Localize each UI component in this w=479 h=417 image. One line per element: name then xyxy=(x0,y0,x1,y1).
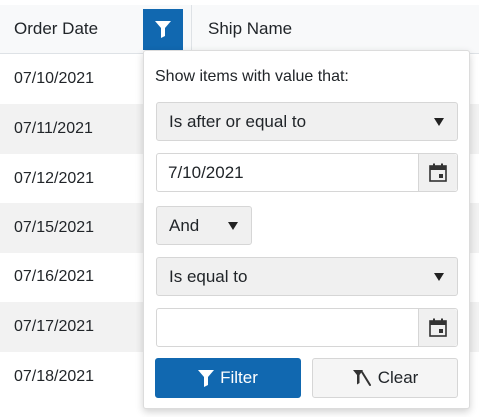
order-date-cell: 07/15/2021 xyxy=(14,219,95,236)
filter-menu-title: Show items with value that: xyxy=(155,68,349,85)
order-date-cell: 07/11/2021 xyxy=(14,120,93,137)
column-divider[interactable] xyxy=(191,5,192,53)
order-date-cell: 07/10/2021 xyxy=(14,70,95,87)
filter-button[interactable]: Filter xyxy=(155,358,301,398)
column-header-order-date[interactable]: Order Date xyxy=(0,5,142,53)
order-date-cell: 07/17/2021 xyxy=(14,318,95,335)
order-date-cell: 07/12/2021 xyxy=(14,170,95,187)
second-value-input[interactable] xyxy=(157,309,419,346)
clear-button-label: Clear xyxy=(377,368,419,387)
filter-menu-popup: Show items with value that: Is after or … xyxy=(143,50,470,409)
first-operator-dropdown[interactable]: Is after or equal to xyxy=(156,102,458,141)
calendar-button[interactable] xyxy=(418,154,457,191)
first-operator-value: Is after or equal to xyxy=(169,111,307,131)
filter-button-label: Filter xyxy=(220,368,258,387)
caret-down-icon xyxy=(434,272,444,281)
first-value-input[interactable] xyxy=(157,154,419,191)
order-date-cell: 07/16/2021 xyxy=(14,268,95,285)
filter-icon xyxy=(155,21,171,38)
caret-down-icon xyxy=(434,117,444,126)
filter-icon xyxy=(198,369,215,387)
logic-dropdown[interactable]: And xyxy=(156,206,252,245)
order-date-cell: 07/18/2021 xyxy=(14,368,95,385)
filter-clear-icon xyxy=(352,369,372,387)
calendar-icon xyxy=(429,163,447,182)
second-operator-dropdown[interactable]: Is equal to xyxy=(156,257,458,296)
calendar-icon xyxy=(429,318,447,337)
second-operator-value: Is equal to xyxy=(169,266,248,286)
caret-down-icon xyxy=(228,221,238,230)
column-filter-button[interactable] xyxy=(143,9,183,50)
grid-header: Order Date Ship Name xyxy=(0,5,479,54)
logic-value: And xyxy=(169,215,200,235)
second-value-datepicker[interactable] xyxy=(156,308,458,347)
column-header-ship-name[interactable]: Ship Name xyxy=(208,5,292,53)
first-value-datepicker[interactable] xyxy=(156,153,458,192)
clear-button[interactable]: Clear xyxy=(312,358,458,398)
calendar-button[interactable] xyxy=(418,309,457,346)
